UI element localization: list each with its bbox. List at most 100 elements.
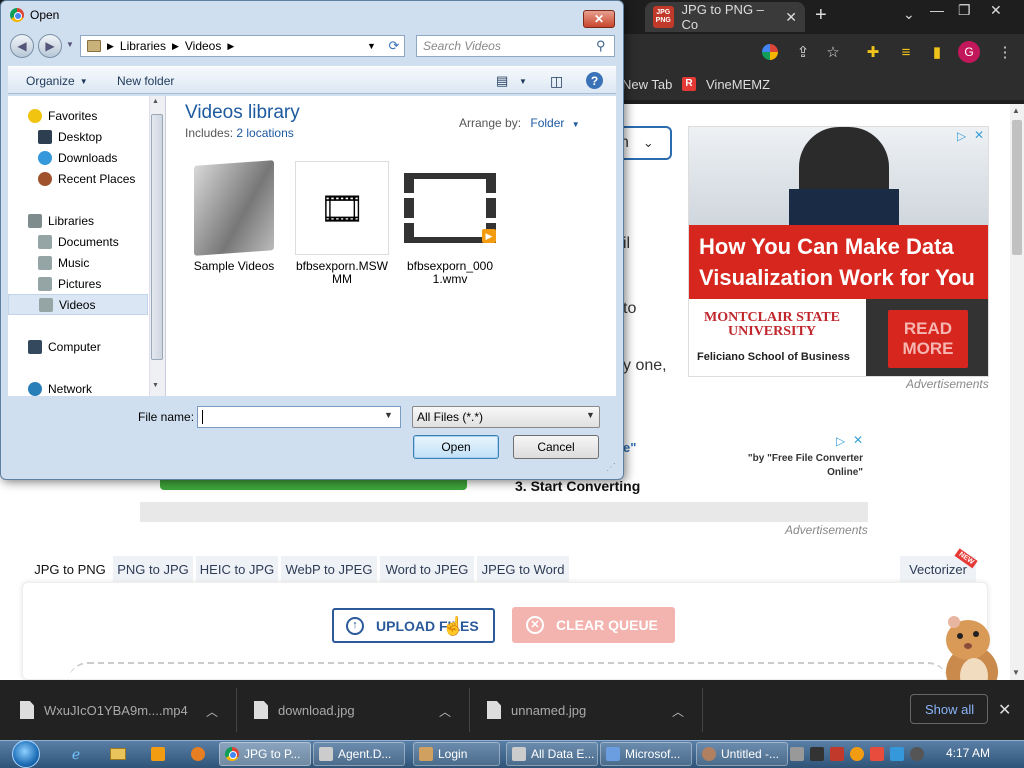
resize-grip-icon[interactable]: ⋰ xyxy=(606,462,616,473)
nav-videos[interactable]: Videos xyxy=(8,294,148,315)
clock[interactable]: 4:17 AM xyxy=(946,746,990,760)
adchoices-icon[interactable]: ▷ xyxy=(957,129,966,143)
search-icon[interactable]: ⚲ xyxy=(596,38,606,54)
chevron-up-icon[interactable]: ︿ xyxy=(206,703,218,720)
tray-icon[interactable] xyxy=(790,747,804,761)
file-type-select[interactable]: All Files (*.*) xyxy=(412,406,600,428)
tab-heic-to-jpg[interactable]: HEIC to JPG xyxy=(196,556,278,582)
nav-network[interactable]: Network xyxy=(8,378,148,399)
side-panel-icon[interactable]: ▮ xyxy=(927,42,947,62)
volume-icon[interactable] xyxy=(910,747,924,761)
back-arrow-icon[interactable]: ◀ xyxy=(10,34,34,58)
reading-list-icon[interactable]: ≡ xyxy=(896,42,916,62)
download-item[interactable]: download.jpg xyxy=(254,680,355,740)
ie-icon[interactable]: ℯ xyxy=(60,742,92,766)
tab-webp-to-jpeg[interactable]: WebP to JPEG xyxy=(281,556,377,582)
bookmark-vinememz[interactable]: VineMEMZ xyxy=(706,77,770,92)
forward-arrow-icon[interactable]: ▶ xyxy=(38,34,62,58)
nav-documents[interactable]: Documents xyxy=(8,231,148,252)
nav-favorites[interactable]: Favorites xyxy=(8,105,148,126)
open-button[interactable]: Open xyxy=(413,435,499,459)
new-tab-icon[interactable]: + xyxy=(815,4,827,27)
drop-zone-border[interactable] xyxy=(68,662,948,682)
download-item[interactable]: WxuJIcO1YBA9m....mp4 xyxy=(20,680,188,740)
nav-pictures[interactable]: Pictures xyxy=(8,273,148,294)
explorer-icon[interactable] xyxy=(102,742,134,766)
task-microsoft[interactable]: Microsof... xyxy=(600,742,692,766)
task-login[interactable]: Login xyxy=(413,742,500,766)
ad-close-icon[interactable]: ✕ xyxy=(974,128,984,142)
breadcrumb-libraries[interactable]: Libraries xyxy=(120,39,166,53)
view-icon[interactable]: ▤ xyxy=(496,67,508,95)
cancel-button[interactable]: Cancel xyxy=(513,435,599,459)
minimize-icon[interactable]: — xyxy=(930,2,944,18)
adchoices-icon[interactable]: ▷ xyxy=(836,434,845,448)
tray-icon[interactable] xyxy=(810,747,824,761)
task-untitled[interactable]: Untitled -... xyxy=(696,742,788,766)
task-chrome[interactable]: JPG to P... xyxy=(219,742,311,766)
tray-icon[interactable] xyxy=(850,747,864,761)
scroll-up-icon[interactable]: ▲ xyxy=(152,98,159,105)
ad-close-icon[interactable]: ✕ xyxy=(853,433,863,447)
share-icon[interactable]: ⇪ xyxy=(793,42,813,62)
google-icon[interactable] xyxy=(760,42,780,62)
tab-word-to-jpeg[interactable]: Word to JPEG xyxy=(380,556,474,582)
file-item-folder[interactable]: Sample Videos xyxy=(184,160,284,273)
flag-icon[interactable] xyxy=(870,747,884,761)
file-item-wmv[interactable]: ▶ bfbsexporn_0001.wmv xyxy=(400,160,500,286)
nav-libraries[interactable]: Libraries xyxy=(8,210,148,231)
tab-close-icon[interactable]: ✕ xyxy=(785,9,797,26)
bookmark-star-icon[interactable]: ☆ xyxy=(823,42,843,62)
page-scrollbar-thumb[interactable] xyxy=(1012,120,1022,255)
tab-search-icon[interactable]: ⌄ xyxy=(903,6,915,23)
tray-icon[interactable] xyxy=(830,747,844,761)
format-select[interactable]: n ⌄ xyxy=(620,126,672,160)
media-player-icon[interactable] xyxy=(142,742,174,766)
search-input[interactable]: Search Videos xyxy=(416,35,615,57)
window-close-icon[interactable]: ✕ xyxy=(990,2,1002,19)
task-all-data[interactable]: All Data E... xyxy=(506,742,598,766)
show-all-button[interactable]: Show all xyxy=(910,694,988,724)
restore-icon[interactable]: ❐ xyxy=(958,2,971,19)
download-item[interactable]: unnamed.jpg xyxy=(487,680,586,740)
app-icon[interactable] xyxy=(182,742,214,766)
address-bar[interactable]: ▶ Libraries ▶ Videos ▶ ▼ xyxy=(80,35,405,57)
ad-banner[interactable]: How You Can Make Data Visualization Work… xyxy=(688,126,989,377)
nav-downloads[interactable]: Downloads xyxy=(8,147,148,168)
browser-tab-active[interactable]: JPG PNG JPG to PNG – Co ✕ xyxy=(645,2,805,32)
bookmark-new-tab[interactable]: New Tab xyxy=(622,77,672,92)
menu-dots-icon[interactable]: ⋮ xyxy=(995,42,1015,62)
tab-jpeg-to-word[interactable]: JPEG to Word xyxy=(477,556,569,582)
chevron-up-icon[interactable]: ︿ xyxy=(439,703,451,720)
monitor-icon[interactable] xyxy=(890,747,904,761)
locations-link[interactable]: 2 locations xyxy=(236,126,293,140)
file-name-dropdown-icon[interactable]: ▼ xyxy=(384,410,393,420)
preview-pane-icon[interactable]: ◫ xyxy=(550,67,563,95)
nav-scrollbar-thumb[interactable] xyxy=(151,114,163,360)
ad-read-more-button[interactable]: READ MORE xyxy=(888,309,968,368)
help-icon[interactable]: ? xyxy=(586,72,603,89)
view-dropdown-icon[interactable]: ▼ xyxy=(519,67,527,95)
nav-desktop[interactable]: Desktop xyxy=(8,126,148,147)
scroll-down-icon[interactable]: ▼ xyxy=(152,382,159,389)
nav-recent-places[interactable]: Recent Places xyxy=(8,168,148,189)
file-type-dropdown-icon[interactable]: ▼ xyxy=(586,410,595,420)
close-downloads-icon[interactable]: ✕ xyxy=(998,700,1011,720)
small-ad-text[interactable]: "by "Free File Converter Online" xyxy=(740,452,863,480)
scroll-down-icon[interactable]: ▼ xyxy=(1012,668,1020,677)
clear-queue-button[interactable]: ✕ CLEAR QUEUE xyxy=(512,607,675,643)
upload-files-button[interactable]: ↑ UPLOAD FILES xyxy=(332,608,495,643)
dialog-close-icon[interactable]: ✕ xyxy=(583,10,615,28)
tab-png-to-jpg[interactable]: PNG to JPG xyxy=(113,556,193,582)
breadcrumb-videos[interactable]: Videos xyxy=(185,39,221,53)
start-button[interactable] xyxy=(8,740,44,768)
task-agent[interactable]: Agent.D... xyxy=(313,742,405,766)
new-folder-button[interactable]: New folder xyxy=(117,67,174,95)
arrange-by-dropdown[interactable]: Folder xyxy=(530,116,564,130)
profile-avatar[interactable]: G xyxy=(958,41,980,63)
tab-jpg-to-png[interactable]: JPG to PNG xyxy=(30,556,110,582)
nav-computer[interactable]: Computer xyxy=(8,336,148,357)
recent-pages-icon[interactable]: ▼ xyxy=(66,40,74,49)
file-item-mswmm[interactable]: 🎞 bfbsexporn.MSWMM xyxy=(292,160,392,286)
organize-button[interactable]: Organize ▼ xyxy=(26,67,88,95)
